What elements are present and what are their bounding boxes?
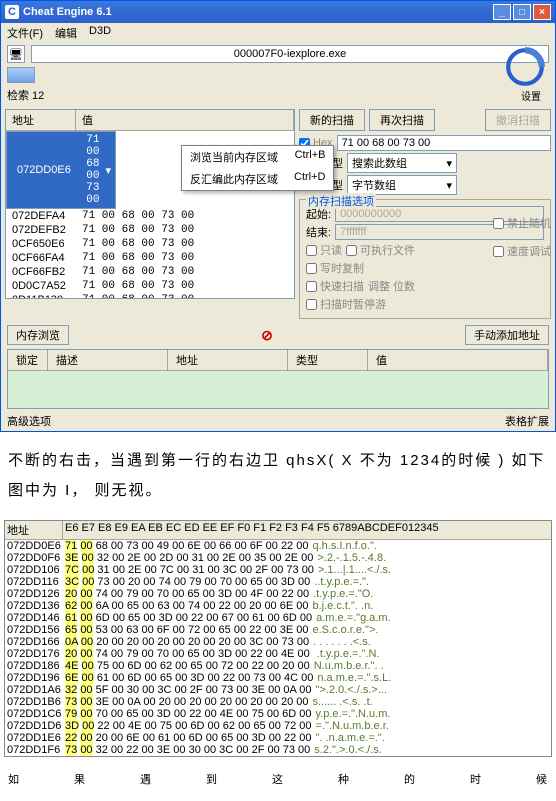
hex-viewer: 地址 E6 E7 E8 E9 EA EB EC ED EE EF F0 F1 F… xyxy=(4,520,552,757)
undo-scan-button: 撤消扫描 xyxy=(485,109,551,131)
hex-row[interactable]: 072DD12620 00 74 00 79 00 70 00 65 00 3D… xyxy=(5,588,551,600)
hex-row[interactable]: 072DD0F63E 00 32 00 2E 00 2D 00 31 00 2E… xyxy=(5,552,551,564)
maximize-button[interactable]: □ xyxy=(513,4,531,20)
hex-row[interactable]: 072DD1163C 00 73 00 20 00 74 00 79 00 70… xyxy=(5,576,551,588)
result-row[interactable]: 0CF66FB271 00 68 00 73 00 xyxy=(6,265,294,279)
address-table[interactable]: 锁定 描述 地址 类型 值 xyxy=(7,349,549,409)
menubar: 文件(F) 编辑 D3D xyxy=(1,23,555,43)
cow-check[interactable] xyxy=(306,263,317,274)
titlebar[interactable]: C Cheat Engine 6.1 _ □ × xyxy=(1,1,555,23)
next-scan-button[interactable]: 再次扫描 xyxy=(369,109,435,131)
hex-row[interactable]: 072DD1D63D 00 22 00 4E 00 75 00 6D 00 62… xyxy=(5,720,551,732)
menu-d3d[interactable]: D3D xyxy=(89,25,111,41)
result-row[interactable]: 0D11B13071 00 68 00 73 00 xyxy=(6,293,294,299)
result-list[interactable]: 地址 值 072DD0E671 00 68 00 73 00072DEFA471… xyxy=(5,109,295,299)
exec-check[interactable] xyxy=(346,245,357,256)
col-address[interactable]: 地址 xyxy=(6,110,76,130)
hex-row[interactable]: 072DD1A632 00 5F 00 30 00 3C 00 2F 00 73… xyxy=(5,684,551,696)
app-icon: C xyxy=(5,5,19,19)
readonly-check[interactable] xyxy=(306,245,317,256)
value-type-select[interactable]: 字节数组 xyxy=(347,175,457,195)
menu-file[interactable]: 文件(F) xyxy=(7,25,43,41)
pause-check[interactable] xyxy=(306,299,317,310)
window-title: Cheat Engine 6.1 xyxy=(23,6,493,18)
ctx-browse-memory[interactable]: 浏览当前内存区域Ctrl+B xyxy=(182,146,295,168)
found-count: 检索 12 xyxy=(7,87,44,103)
hex-row[interactable]: 072DD1660A 00 20 00 20 00 20 00 20 00 20… xyxy=(5,636,551,648)
hex-row[interactable]: 072DD1966E 00 61 00 6D 00 65 00 3D 00 22… xyxy=(5,672,551,684)
hex-row[interactable]: 072DD1C679 00 70 00 65 00 3D 00 22 00 4E… xyxy=(5,708,551,720)
hex-row[interactable]: 072DD13662 00 6A 00 65 00 63 00 74 00 22… xyxy=(5,600,551,612)
fast-check[interactable] xyxy=(306,281,317,292)
result-row[interactable]: 0CF650E671 00 68 00 73 00 xyxy=(6,237,294,251)
context-menu: 浏览当前内存区域Ctrl+B 反汇编此内存区域Ctrl+D xyxy=(181,145,295,191)
result-row[interactable]: 072DEFB271 00 68 00 73 00 xyxy=(6,223,294,237)
close-button[interactable]: × xyxy=(533,4,551,20)
table-expand[interactable]: 表格扩展 xyxy=(505,413,549,429)
article-text-2: 如果遇到这种的时候 xyxy=(0,757,556,801)
new-scan-button[interactable]: 新的扫描 xyxy=(299,109,365,131)
ce-logo-icon xyxy=(504,46,546,88)
no-icon: ⊘ xyxy=(261,327,273,343)
result-row[interactable]: 072DEFA471 00 68 00 73 00 xyxy=(6,209,294,223)
advanced-options[interactable]: 高级选项 xyxy=(7,413,51,429)
hex-row[interactable]: 072DD1F673 00 32 00 22 00 3E 00 30 00 3C… xyxy=(5,744,551,756)
minimize-button[interactable]: _ xyxy=(493,4,511,20)
hex-row[interactable]: 072DD1B673 00 3E 00 0A 00 20 00 20 00 20… xyxy=(5,696,551,708)
prevent-random-check[interactable] xyxy=(493,218,504,229)
settings-link[interactable]: 设置 xyxy=(521,88,549,103)
hex-row[interactable]: 072DD1864E 00 75 00 6D 00 62 00 65 00 72… xyxy=(5,660,551,672)
progress-bar xyxy=(7,67,35,83)
speed-debug-check[interactable] xyxy=(493,246,504,257)
value-input[interactable] xyxy=(337,135,551,151)
hex-row[interactable]: 072DD14661 00 6D 00 65 00 3D 00 22 00 67… xyxy=(5,612,551,624)
result-row[interactable]: 072DD0E671 00 68 00 73 00 xyxy=(6,131,116,209)
col-value[interactable]: 值 xyxy=(76,110,294,130)
hex-row[interactable]: 072DD1067C 00 31 00 2E 00 7C 00 31 00 3C… xyxy=(5,564,551,576)
process-path[interactable]: 000007F0-iexplore.exe xyxy=(31,45,549,63)
scan-type-select[interactable]: 搜索此数组 xyxy=(347,153,457,173)
result-row[interactable]: 0D0C7A5271 00 68 00 73 00 xyxy=(6,279,294,293)
menu-edit[interactable]: 编辑 xyxy=(55,25,77,41)
hex-row[interactable]: 072DD1E622 00 20 00 6E 00 61 00 6D 00 65… xyxy=(5,732,551,744)
add-address-button[interactable]: 手动添加地址 xyxy=(465,325,549,345)
hex-row[interactable]: 072DD15665 00 53 00 63 00 6F 00 72 00 65… xyxy=(5,624,551,636)
open-process-icon[interactable]: 🖥 xyxy=(7,45,25,63)
hex-row[interactable]: 072DD0E671 00 68 00 73 00 49 00 6E 00 66… xyxy=(5,540,551,552)
article-text-1: 不断的右击，当遇到第一行的右边卫 qhsX( X 不为 1234的时候 ) 如下… xyxy=(0,432,556,520)
ctx-disassemble[interactable]: 反汇编此内存区域Ctrl+D xyxy=(182,168,295,190)
hex-row[interactable]: 072DD17620 00 74 00 79 00 70 00 65 00 3D… xyxy=(5,648,551,660)
result-row[interactable]: 0CF66FA471 00 68 00 73 00 xyxy=(6,251,294,265)
memory-view-button[interactable]: 内存浏览 xyxy=(7,325,69,345)
